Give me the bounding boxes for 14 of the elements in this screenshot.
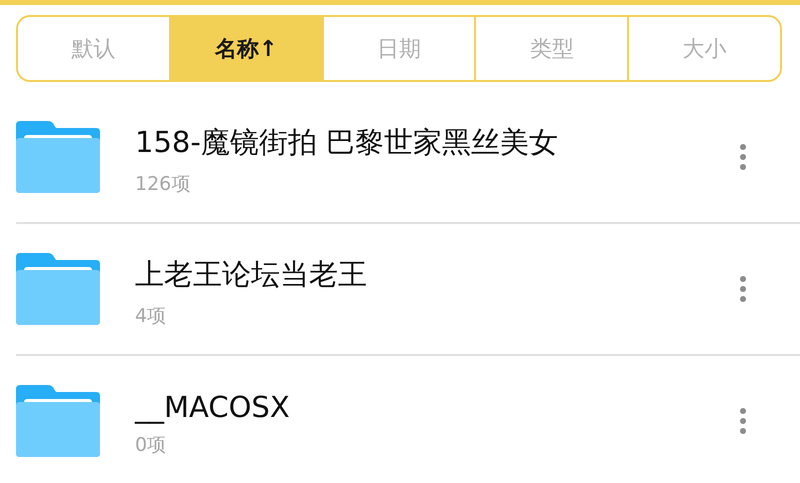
folder-name: 上老王论坛当老王	[135, 256, 368, 293]
sort-tab[interactable]: 名称↑	[168, 17, 322, 80]
folder-icon	[16, 121, 100, 193]
folder-name: 158-魔镜街拍 巴黎世家黑丝美女	[135, 124, 560, 161]
more-options-icon[interactable]	[739, 276, 747, 302]
folder-icon	[16, 385, 100, 457]
item-count: 126项	[135, 172, 192, 197]
more-options-icon[interactable]	[739, 144, 747, 170]
item-count: 4项	[135, 304, 168, 329]
folder-name: __MACOSX	[135, 390, 291, 424]
item-count: 0项	[135, 433, 168, 458]
more-options-icon[interactable]	[739, 408, 747, 434]
folder-icon	[16, 253, 100, 325]
sort-tab[interactable]: 大小	[627, 17, 780, 80]
